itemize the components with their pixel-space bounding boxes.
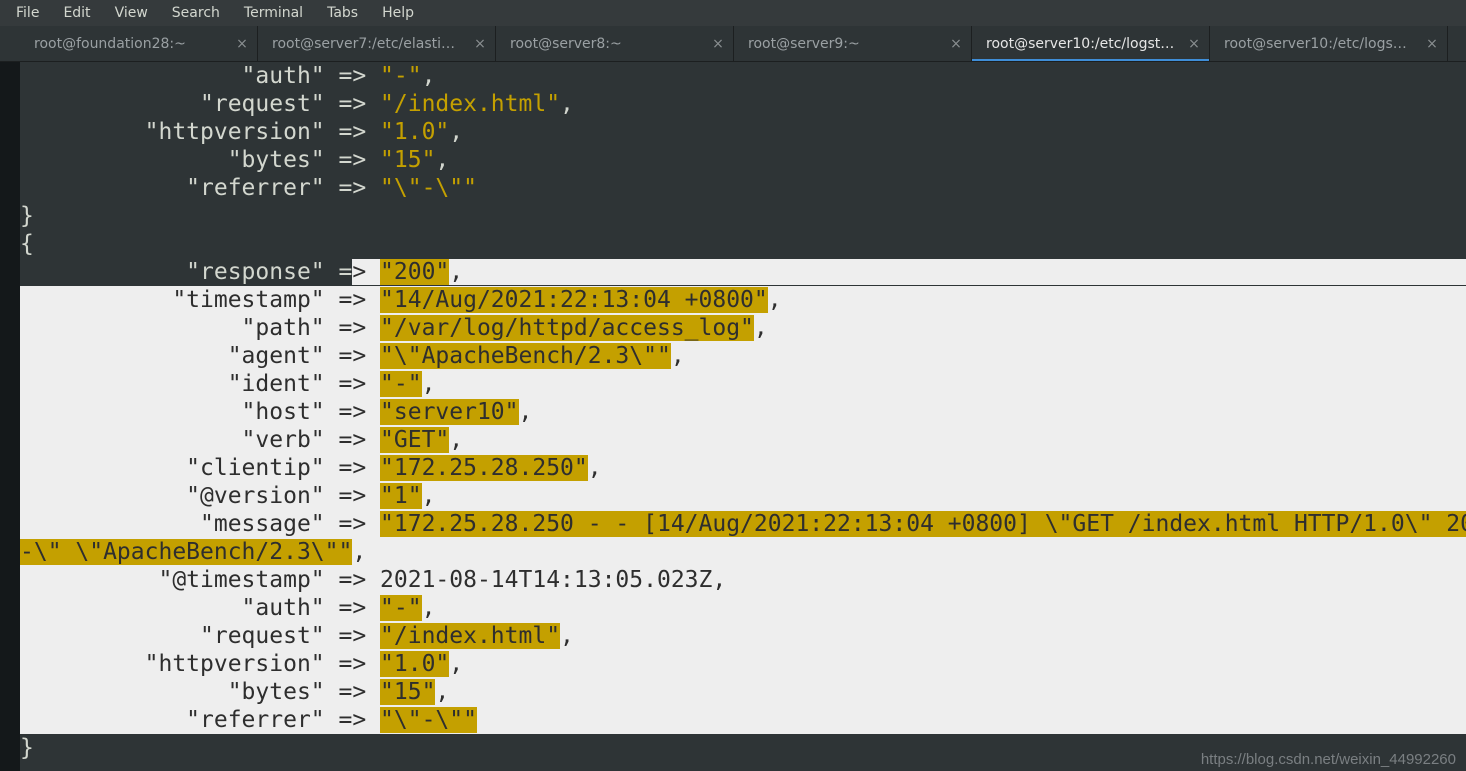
tab-label: root@server10:/etc/logs…: [1224, 36, 1419, 52]
tab-server10-logs[interactable]: root@server10:/etc/logs… ×: [1210, 26, 1448, 61]
terminal-output[interactable]: "auth" => "-", "request" => "/index.html…: [20, 62, 1466, 771]
tab-server7[interactable]: root@server7:/etc/elasti… ×: [258, 26, 496, 61]
menu-terminal[interactable]: Terminal: [232, 2, 315, 24]
tab-label: root@foundation28:~: [34, 36, 229, 52]
menu-file[interactable]: File: [4, 2, 51, 24]
tab-bar: root@foundation28:~ × root@server7:/etc/…: [0, 26, 1466, 62]
side-gutter: [0, 62, 20, 771]
close-icon[interactable]: ×: [473, 37, 487, 51]
menu-edit[interactable]: Edit: [51, 2, 102, 24]
tab-label: root@server10:/etc/logst…: [986, 36, 1181, 52]
close-icon[interactable]: ×: [1425, 37, 1439, 51]
tab-label: root@server7:/etc/elasti…: [272, 36, 467, 52]
menu-bar: File Edit View Search Terminal Tabs Help: [0, 0, 1466, 26]
tab-label: root@server9:~: [748, 36, 943, 52]
close-icon[interactable]: ×: [711, 37, 725, 51]
close-icon[interactable]: ×: [1187, 37, 1201, 51]
menu-tabs[interactable]: Tabs: [315, 2, 370, 24]
close-icon[interactable]: ×: [949, 37, 963, 51]
tab-server10-logstash[interactable]: root@server10:/etc/logst… ×: [972, 26, 1210, 61]
tab-server9[interactable]: root@server9:~ ×: [734, 26, 972, 61]
tab-foundation28[interactable]: root@foundation28:~ ×: [20, 26, 258, 61]
menu-help[interactable]: Help: [370, 2, 426, 24]
tab-server8[interactable]: root@server8:~ ×: [496, 26, 734, 61]
menu-view[interactable]: View: [103, 2, 160, 24]
menu-search[interactable]: Search: [160, 2, 232, 24]
tab-label: root@server8:~: [510, 36, 705, 52]
close-icon[interactable]: ×: [235, 37, 249, 51]
